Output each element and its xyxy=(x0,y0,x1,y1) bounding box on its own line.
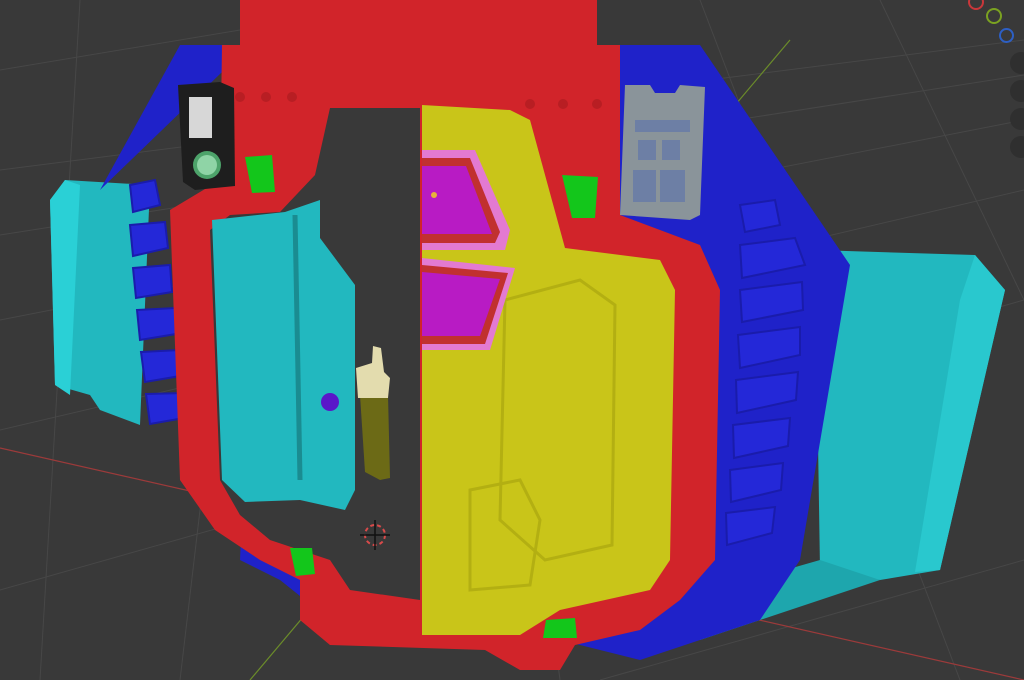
gizmo-y-axis-icon[interactable] xyxy=(986,8,1002,24)
scene-canvas[interactable] xyxy=(0,0,1024,680)
top-right-panel[interactable] xyxy=(620,85,705,220)
top-left-module[interactable] xyxy=(178,82,235,190)
gizmo-z-axis-icon[interactable] xyxy=(999,28,1014,43)
purple-button[interactable] xyxy=(321,393,339,411)
left-wing[interactable] xyxy=(50,180,150,425)
indicator-dot xyxy=(431,192,437,198)
3d-viewport[interactable] xyxy=(0,0,1024,680)
